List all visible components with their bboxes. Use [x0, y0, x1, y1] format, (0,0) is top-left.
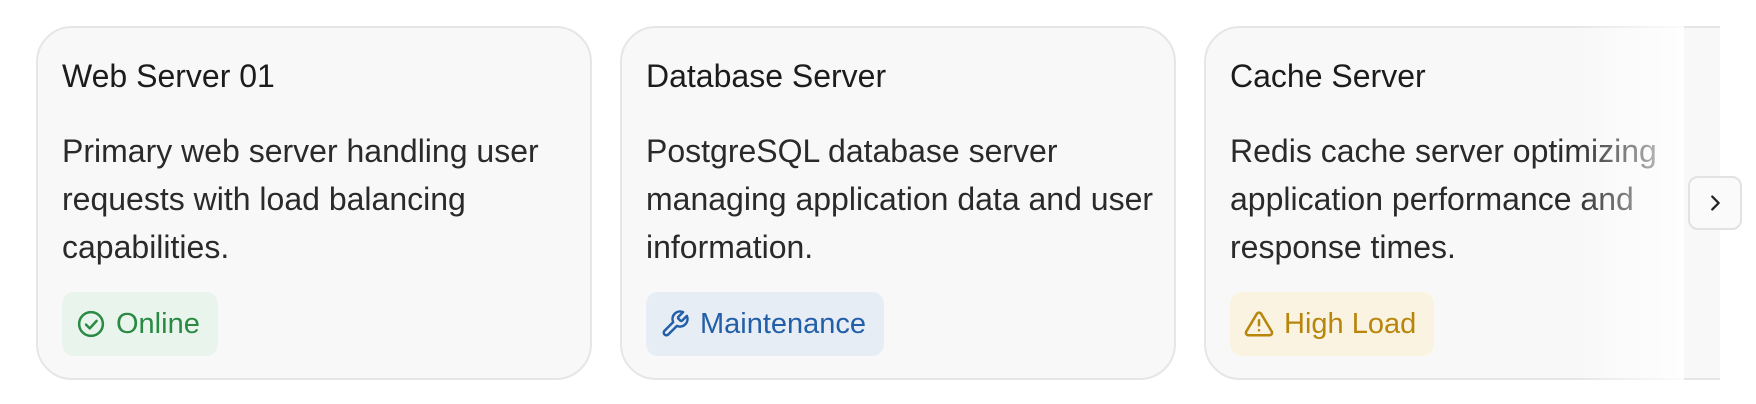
server-card-database-server[interactable]: Database Server PostgreSQL database serv…	[620, 26, 1176, 380]
chevron-right-icon	[1711, 195, 1720, 211]
server-carousel: Web Server 01 Primary web server handlin…	[0, 0, 1756, 404]
check-circle-icon	[77, 310, 105, 338]
card-description: Redis cache server optimizing applicatio…	[1230, 133, 1657, 265]
card-description: Primary web server handling user request…	[62, 133, 539, 265]
status-badge: Maintenance	[646, 292, 885, 356]
card-description: PostgreSQL database server managing appl…	[646, 133, 1154, 265]
status-label: Maintenance	[700, 307, 867, 340]
warning-triangle-icon	[1244, 311, 1274, 337]
server-card-web-server[interactable]: Web Server 01 Primary web server handlin…	[36, 26, 592, 380]
status-badge: Online	[62, 292, 218, 356]
card-title: Database Server	[646, 58, 887, 94]
card-title: Cache Server	[1230, 58, 1426, 94]
status-label: High Load	[1284, 307, 1417, 340]
card-title: Web Server 01	[62, 58, 275, 94]
server-card-cache-server[interactable]: Cache Server Redis cache server optimizi…	[1204, 26, 1720, 380]
wrench-icon	[662, 310, 689, 337]
carousel-track: Web Server 01 Primary web server handlin…	[0, 0, 1720, 404]
status-label: Online	[116, 307, 200, 340]
carousel-next-button[interactable]	[1688, 176, 1742, 230]
status-badge: High Load	[1230, 292, 1435, 356]
